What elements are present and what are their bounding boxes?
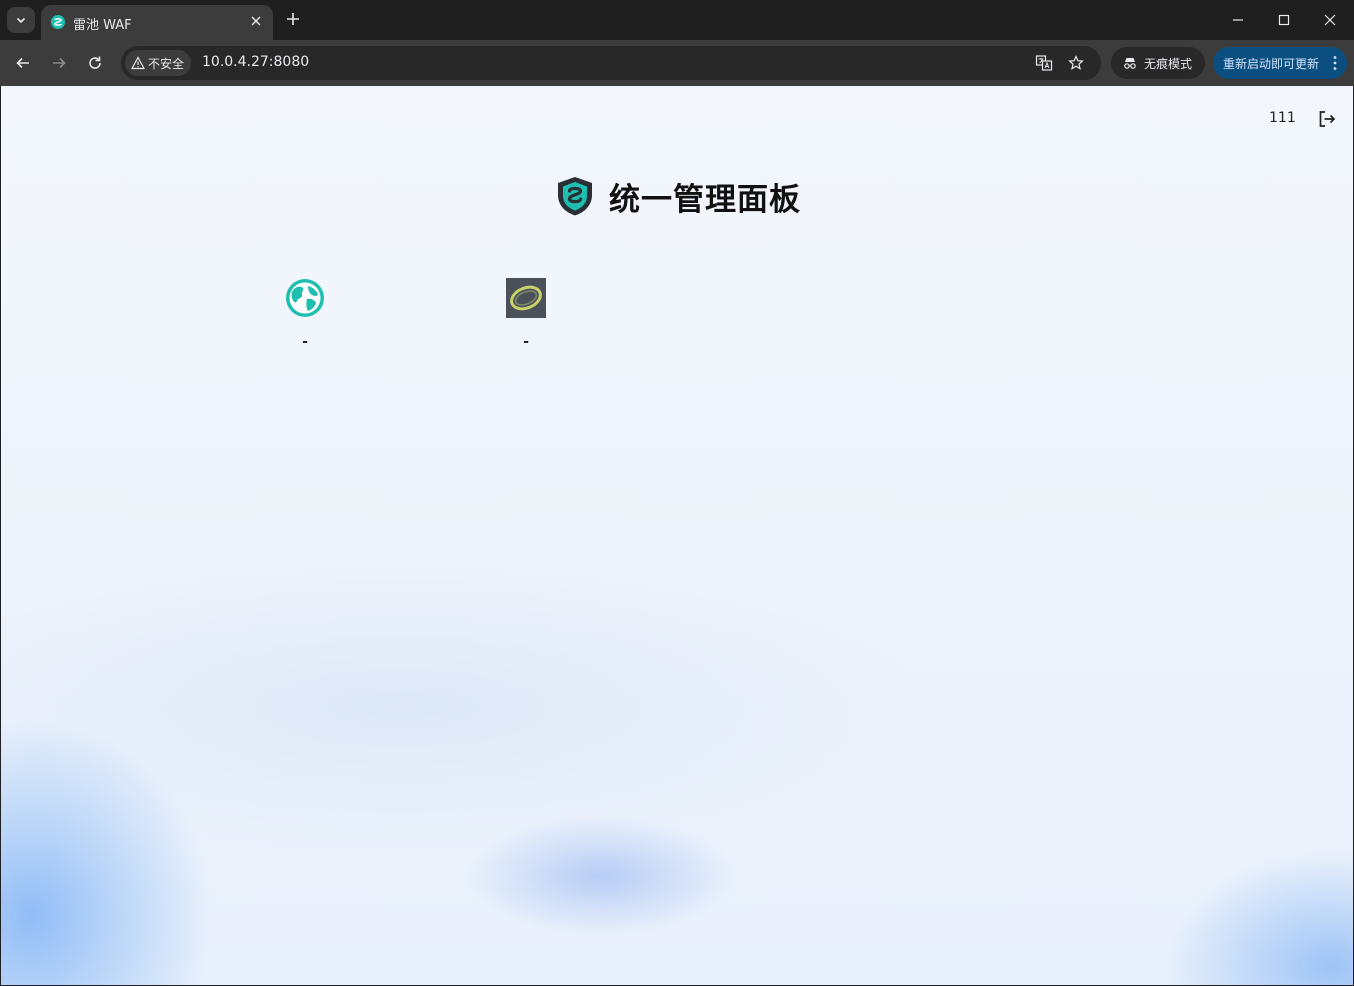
more-vert-icon[interactable] (1333, 55, 1337, 71)
back-button[interactable] (9, 49, 37, 77)
app-label: - (302, 334, 308, 350)
logout-button[interactable] (1316, 108, 1338, 130)
app-label: - (523, 334, 529, 350)
globe-icon (285, 278, 325, 318)
incognito-icon (1124, 58, 1136, 69)
url-text[interactable]: 10.0.4.27:8080 (202, 54, 309, 70)
security-chip[interactable]: 不安全 (125, 50, 191, 76)
tab-title: 雷池 WAF (73, 18, 132, 33)
arrow-left-icon (16, 57, 29, 69)
browser-toolbar: 不安全 10.0.4.27:8080 无痕模式 重新启动即可更新 (0, 40, 1354, 86)
close-window-button[interactable] (1315, 6, 1345, 34)
app-tile-2[interactable]: - (486, 278, 566, 358)
minimize-button[interactable] (1223, 6, 1253, 34)
chevron-down-icon (16, 17, 26, 24)
tab-search-button[interactable] (7, 7, 35, 33)
username-label[interactable]: 111 (1269, 110, 1296, 126)
incognito-chip[interactable]: 无痕模式 (1111, 47, 1205, 79)
arrow-right-icon (53, 57, 66, 69)
translate-button[interactable] (1035, 54, 1053, 72)
warning-icon (131, 56, 145, 70)
shield-logo-icon (558, 177, 592, 216)
star-icon (1068, 55, 1084, 70)
app-thumbnail-icon (506, 278, 546, 318)
address-bar[interactable]: 不安全 10.0.4.27:8080 (121, 46, 1101, 80)
forward-button[interactable] (45, 49, 73, 77)
page-viewport: 111 统一管理面板 - - (1, 86, 1353, 985)
translate-icon (1035, 55, 1053, 71)
new-tab-button[interactable] (282, 8, 304, 30)
update-button[interactable]: 重新启动即可更新 (1213, 47, 1347, 79)
security-label: 不安全 (148, 56, 185, 71)
reload-icon (89, 56, 101, 69)
close-icon (1324, 14, 1336, 26)
minimize-icon (1233, 19, 1243, 21)
update-label: 重新启动即可更新 (1223, 56, 1320, 71)
plus-icon (287, 13, 299, 25)
incognito-label: 无痕模式 (1144, 56, 1193, 71)
tab-close-button[interactable] (247, 12, 265, 30)
logout-icon (1319, 111, 1336, 127)
page-title: 统一管理面板 (609, 181, 801, 218)
bookmark-button[interactable] (1067, 54, 1085, 72)
safeline-favicon-icon (51, 15, 65, 29)
reload-button[interactable] (81, 49, 109, 77)
page-header: 统一管理面板 (555, 174, 801, 218)
active-tab[interactable]: 雷池 WAF (41, 5, 273, 40)
maximize-button[interactable] (1269, 6, 1299, 34)
maximize-icon (1278, 14, 1290, 26)
app-tile-1[interactable]: - (265, 278, 345, 358)
tab-strip: 雷池 WAF (0, 0, 1354, 40)
close-icon (251, 16, 261, 26)
